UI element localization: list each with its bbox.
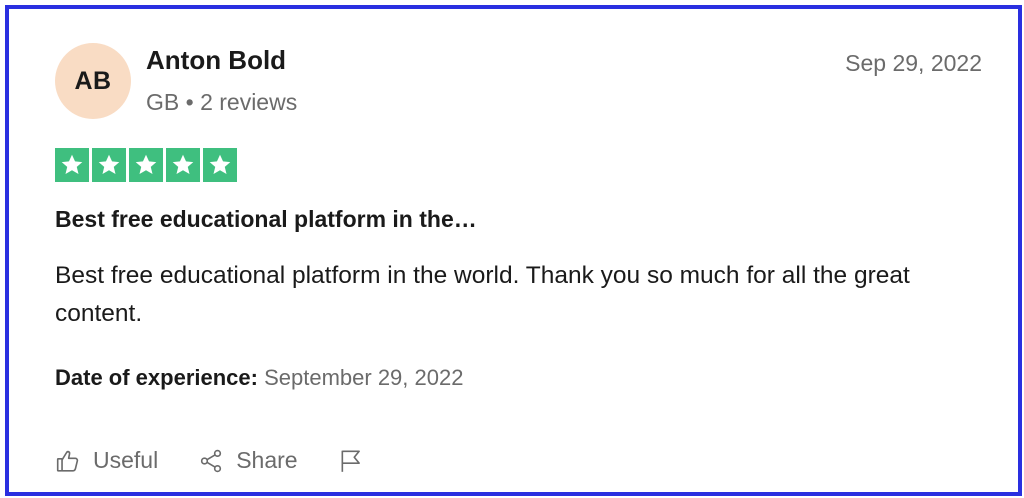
experience-value: September 29, 2022 xyxy=(264,365,464,390)
useful-label: Useful xyxy=(93,447,159,473)
review-actions: Useful Share xyxy=(55,447,404,474)
avatar: AB xyxy=(55,43,131,119)
star-icon xyxy=(92,148,126,182)
review-card: AB Anton Bold GB • 2 reviews Sep 29, 202… xyxy=(5,5,1022,496)
useful-button[interactable]: Useful xyxy=(55,447,158,474)
share-icon xyxy=(198,448,224,474)
share-label: Share xyxy=(236,447,298,473)
reviewer-name[interactable]: Anton Bold xyxy=(146,45,286,76)
review-body: Best free educational platform in the wo… xyxy=(55,262,910,327)
review-title[interactable]: Best free educational platform in the… xyxy=(55,206,477,233)
star-icon xyxy=(55,148,89,182)
avatar-initials: AB xyxy=(74,66,112,95)
star-icon xyxy=(129,148,163,182)
star-rating xyxy=(55,148,237,182)
star-icon xyxy=(203,148,237,182)
experience-label: Date of experience: xyxy=(55,365,258,390)
review-date: Sep 29, 2022 xyxy=(845,50,982,76)
share-button[interactable]: Share xyxy=(198,447,298,474)
star-icon xyxy=(166,148,200,182)
flag-icon xyxy=(338,448,364,474)
thumbs-up-icon xyxy=(55,448,81,474)
date-of-experience: Date of experience: September 29, 2022 xyxy=(55,365,463,391)
report-button[interactable] xyxy=(338,448,364,474)
reviewer-meta: GB • 2 reviews xyxy=(146,89,298,115)
